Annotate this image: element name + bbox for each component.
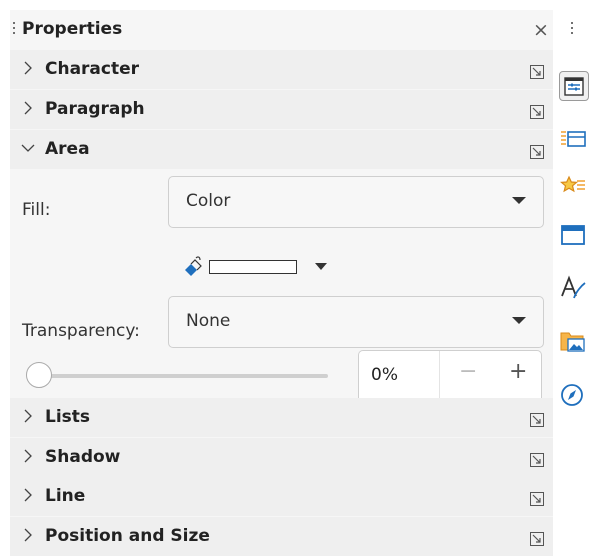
chevron-right-icon	[24, 488, 32, 502]
section-label: Character	[45, 59, 140, 79]
area-section-body: Fill: Color Transparency: None 0% − +	[10, 169, 553, 399]
chevron-right-icon	[24, 528, 32, 542]
section-position-and-size[interactable]: Position and Size	[10, 517, 553, 556]
fill-dropdown[interactable]: Color	[168, 176, 544, 228]
section-character[interactable]: Character	[10, 50, 553, 89]
increment-button[interactable]: +	[509, 359, 527, 384]
more-options-icon[interactable]	[530, 65, 544, 79]
panel-title: Properties	[22, 19, 123, 39]
transparency-percent-input[interactable]: 0%	[371, 365, 398, 385]
fill-label: Fill:	[22, 200, 51, 220]
navigator-icon	[561, 384, 583, 406]
chevron-right-icon	[24, 409, 32, 423]
chevron-right-icon	[24, 101, 32, 115]
vertical-ellipsis-icon[interactable]	[571, 22, 573, 37]
more-options-icon[interactable]	[530, 145, 544, 159]
section-area[interactable]: Area	[10, 130, 553, 169]
tab-animation[interactable]	[559, 172, 589, 202]
fill-color-swatch	[209, 260, 297, 274]
text-style-icon	[561, 275, 586, 299]
section-label: Shadow	[45, 447, 121, 467]
section-label: Line	[45, 486, 86, 506]
section-label: Area	[45, 139, 90, 159]
section-lists[interactable]: Lists	[10, 398, 553, 437]
sidebar-tab-bar	[553, 0, 600, 556]
paint-bucket-icon	[185, 256, 202, 276]
gallery-icon	[560, 332, 585, 352]
spin-separator	[439, 351, 440, 399]
tab-navigator[interactable]	[559, 381, 589, 411]
properties-panel: Properties × Character Paragraph Area Fi…	[10, 10, 553, 556]
section-paragraph[interactable]: Paragraph	[10, 90, 553, 129]
section-label: Position and Size	[45, 526, 210, 546]
dropdown-caret-icon	[512, 317, 526, 324]
more-options-icon[interactable]	[530, 453, 544, 467]
transparency-spinbox[interactable]: 0% − +	[358, 350, 542, 399]
tab-text-style[interactable]	[559, 274, 589, 304]
section-shadow[interactable]: Shadow	[10, 438, 553, 477]
transparency-dropdown[interactable]: None	[168, 296, 544, 348]
chevron-right-icon	[24, 449, 32, 463]
chevron-down-icon	[21, 144, 35, 152]
fill-value: Color	[186, 191, 231, 211]
close-icon[interactable]: ×	[533, 20, 549, 40]
section-line[interactable]: Line	[10, 477, 553, 516]
section-label: Lists	[45, 407, 91, 427]
dropdown-caret-icon	[512, 197, 526, 204]
chevron-right-icon	[24, 61, 32, 75]
tab-master-slides[interactable]	[559, 221, 589, 251]
color-dropdown-caret-icon[interactable]	[315, 263, 327, 270]
master-slides-icon	[561, 225, 585, 245]
transparency-slider-thumb[interactable]	[26, 362, 52, 388]
transparency-slider-track[interactable]	[48, 374, 328, 378]
section-label: Paragraph	[45, 99, 145, 119]
transparency-value: None	[186, 311, 231, 331]
decrement-button[interactable]: −	[459, 359, 477, 384]
more-options-icon[interactable]	[530, 413, 544, 427]
animation-icon	[560, 175, 585, 193]
tab-gallery[interactable]	[559, 327, 589, 357]
transparency-label: Transparency:	[22, 321, 140, 341]
more-options-icon[interactable]	[530, 492, 544, 506]
drag-handle-icon[interactable]	[13, 22, 16, 38]
more-options-icon[interactable]	[530, 105, 544, 119]
properties-icon	[564, 77, 584, 96]
styles-icon	[561, 131, 586, 147]
fill-color-picker[interactable]	[182, 254, 352, 280]
more-options-icon[interactable]	[530, 532, 544, 546]
panel-title-bar: Properties ×	[10, 10, 553, 50]
tab-properties[interactable]	[559, 71, 589, 101]
tab-styles[interactable]	[559, 125, 589, 155]
